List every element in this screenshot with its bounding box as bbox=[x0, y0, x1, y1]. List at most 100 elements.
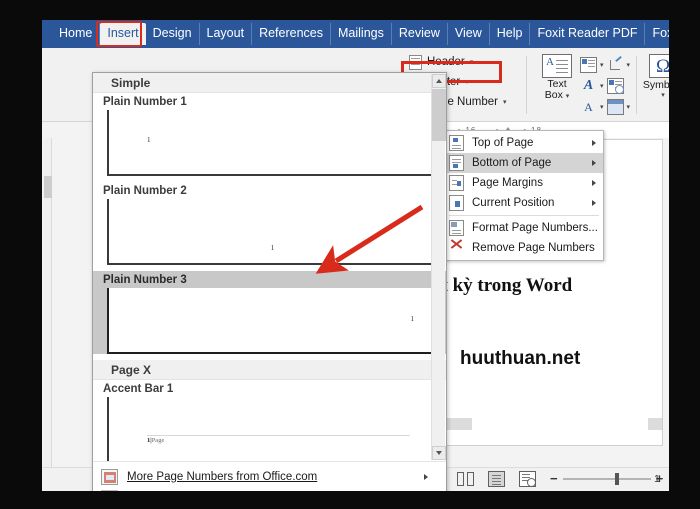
tab-layout[interactable]: Layout bbox=[200, 23, 253, 45]
document-site-text: huuthuan.net bbox=[460, 348, 581, 369]
print-layout-view-button[interactable] bbox=[488, 471, 505, 487]
chevron-down-icon[interactable]: ▾ bbox=[600, 103, 604, 111]
page-number-bottom-icon bbox=[449, 155, 464, 171]
office-online-icon bbox=[101, 468, 118, 485]
gallery-scroll-area: Simple Plain Number 1 1 Plain Number 2 1… bbox=[93, 73, 446, 461]
quick-parts-icon[interactable] bbox=[580, 56, 597, 73]
ribbon-group-divider-2 bbox=[636, 56, 637, 114]
zoom-out-button[interactable]: − bbox=[550, 472, 558, 485]
page-number-dropdown-menu: Top of Page Bottom of Page Page Margins bbox=[444, 130, 604, 261]
drop-cap-icon[interactable]: A bbox=[580, 99, 597, 115]
submenu-arrow-icon bbox=[592, 180, 596, 186]
chevron-down-icon: ▾ bbox=[565, 93, 570, 100]
tab-view[interactable]: View bbox=[448, 23, 490, 45]
ribbon-group-divider-1 bbox=[526, 56, 527, 114]
menu-item-bottom-of-page[interactable]: Bottom of Page bbox=[445, 153, 603, 173]
page-number-top-icon bbox=[449, 135, 464, 151]
tab-mailings[interactable]: Mailings bbox=[331, 23, 392, 45]
tab-help[interactable]: Help bbox=[490, 23, 531, 45]
zoom-percent-label[interactable]: 1 bbox=[654, 473, 660, 485]
submenu-arrow-icon bbox=[424, 473, 428, 480]
menu-item-label: Current Position bbox=[472, 197, 555, 209]
chevron-down-icon[interactable]: ▾ bbox=[600, 82, 604, 90]
tab-foxit-pdf[interactable]: Foxit PDF bbox=[645, 23, 669, 45]
menu-item-top-of-page[interactable]: Top of Page bbox=[445, 133, 603, 153]
chevron-down-icon[interactable]: ▾ bbox=[642, 91, 669, 99]
gallery-item-label: Accent Bar 1 bbox=[103, 383, 174, 395]
tab-references[interactable]: References bbox=[252, 23, 331, 45]
menu-item-label: Format Page Numbers... bbox=[472, 222, 598, 234]
tab-insert[interactable]: Insert bbox=[100, 23, 146, 45]
menu-item-current-position[interactable]: Current Position bbox=[445, 193, 603, 213]
menu-divider bbox=[449, 215, 599, 216]
save-selection-icon bbox=[101, 489, 118, 491]
scrollbar-thumb[interactable] bbox=[44, 176, 52, 198]
menu-item-label: Bottom of Page bbox=[472, 157, 552, 169]
gallery-item-plain-number-2[interactable]: Plain Number 2 1 bbox=[93, 182, 446, 265]
word-application-window: Home Insert Design Layout References Mai… bbox=[42, 20, 669, 491]
gallery-section-page-x: Page X bbox=[93, 360, 446, 380]
gallery-scrollbar-thumb[interactable] bbox=[432, 89, 446, 141]
menu-item-label: Remove Page Numbers bbox=[472, 242, 595, 254]
symbols-label: Symbols bbox=[642, 79, 669, 91]
gallery-scroll-up-button[interactable] bbox=[432, 74, 446, 88]
menu-item-label: Page Margins bbox=[472, 177, 543, 189]
signature-line-icon[interactable] bbox=[607, 57, 624, 73]
text-box-button[interactable]: Text Box ▾ bbox=[534, 54, 580, 102]
symbol-omega-icon: Ω bbox=[649, 54, 669, 78]
gallery-scroll-down-button[interactable] bbox=[432, 446, 446, 460]
text-group-small-commands: ▾ ▾ A ▾ A ▾ ▾ bbox=[580, 54, 636, 117]
tab-foxit-reader-pdf[interactable]: Foxit Reader PDF bbox=[530, 23, 646, 45]
chevron-down-icon[interactable]: ▾ bbox=[627, 61, 631, 69]
chevron-down-icon[interactable]: ▾ bbox=[627, 103, 631, 111]
object-icon[interactable] bbox=[606, 98, 624, 115]
more-page-numbers-label: More Page Numbers from Office.com bbox=[127, 470, 318, 483]
preview-page-number: 1 bbox=[270, 244, 275, 252]
format-page-numbers-icon bbox=[449, 220, 464, 236]
menu-item-format-page-numbers[interactable]: Format Page Numbers... bbox=[445, 218, 603, 238]
ribbon-tab-strip: Home Insert Design Layout References Mai… bbox=[42, 20, 669, 48]
word-art-icon[interactable]: A bbox=[580, 78, 597, 94]
gallery-item-preview: 1|Page bbox=[107, 397, 436, 461]
gallery-item-plain-number-1[interactable]: Plain Number 1 1 bbox=[93, 93, 446, 176]
gallery-item-preview: 1 bbox=[107, 199, 436, 265]
view-mode-buttons bbox=[457, 471, 536, 487]
submenu-arrow-icon bbox=[592, 160, 596, 166]
read-mode-view-button[interactable] bbox=[457, 471, 474, 487]
page-number-current-icon bbox=[449, 195, 464, 211]
menu-item-remove-page-numbers[interactable]: Remove Page Numbers bbox=[445, 238, 603, 258]
tab-home[interactable]: Home bbox=[52, 23, 101, 45]
gallery-item-plain-number-3[interactable]: Plain Number 3 1 bbox=[93, 271, 446, 354]
gallery-section-simple: Simple bbox=[93, 73, 446, 93]
gallery-item-preview: 1 bbox=[107, 110, 436, 176]
text-box-icon bbox=[542, 54, 572, 78]
gallery-item-label: Plain Number 1 bbox=[103, 96, 187, 108]
chevron-down-icon: ▾ bbox=[465, 79, 469, 86]
header-button[interactable]: Header ▾ bbox=[407, 52, 512, 72]
gallery-item-accent-bar-1[interactable]: Accent Bar 1 1|Page bbox=[93, 380, 446, 461]
gallery-scrollbar[interactable] bbox=[431, 74, 446, 460]
zoom-slider[interactable] bbox=[562, 473, 651, 485]
tab-design[interactable]: Design bbox=[146, 23, 200, 45]
preview-accent-text: 1|Page bbox=[147, 437, 165, 444]
preview-accent-bar bbox=[147, 435, 410, 436]
header-icon bbox=[409, 54, 422, 70]
date-and-time-icon[interactable] bbox=[606, 77, 624, 94]
more-page-numbers-from-office-button[interactable]: More Page Numbers from Office.com bbox=[93, 466, 446, 487]
submenu-arrow-icon bbox=[592, 140, 596, 146]
tab-review[interactable]: Review bbox=[392, 23, 448, 45]
header-label: Header bbox=[427, 56, 465, 68]
menu-item-page-margins[interactable]: Page Margins bbox=[445, 173, 603, 193]
gallery-item-label: Plain Number 3 bbox=[103, 274, 187, 286]
chevron-down-icon: ▾ bbox=[502, 99, 507, 106]
zoom-slider-thumb[interactable] bbox=[614, 473, 619, 485]
chevron-down-icon[interactable]: ▾ bbox=[600, 61, 604, 69]
preview-page-number: 1 bbox=[147, 136, 151, 144]
document-left-scrollbar[interactable] bbox=[44, 122, 52, 467]
save-selection-as-page-number-button: Save Selection as Page Number (Bottom) bbox=[93, 487, 446, 491]
symbols-button[interactable]: Ω Symbols ▾ bbox=[642, 54, 669, 99]
gallery-item-preview: 1 bbox=[107, 288, 436, 354]
preview-page-number: 1 bbox=[410, 315, 415, 323]
remove-page-numbers-icon bbox=[449, 240, 464, 256]
web-layout-view-button[interactable] bbox=[519, 471, 536, 487]
